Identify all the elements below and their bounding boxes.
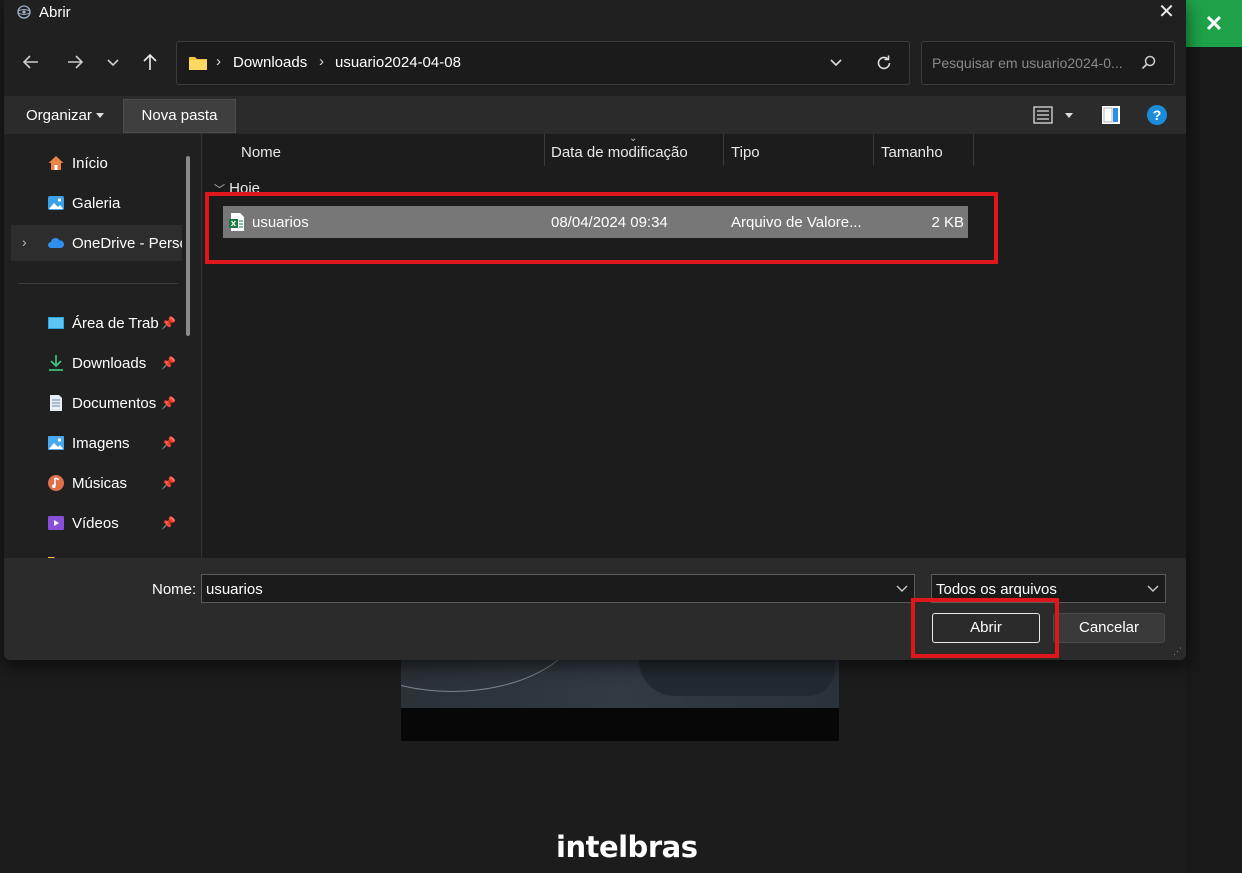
column-divider[interactable] bbox=[544, 134, 545, 166]
recent-locations-button[interactable] bbox=[101, 50, 125, 74]
address-bar[interactable]: › Downloads › usuario2024-04-08 bbox=[176, 41, 910, 85]
sidebar-item-videos[interactable]: Vídeos 📌 bbox=[4, 505, 180, 541]
open-file-dialog: Abrir ✕ › Downloads › usuario2024-04-08 bbox=[4, 0, 1186, 660]
help-icon[interactable]: ? bbox=[1147, 105, 1167, 125]
arrow-left-icon bbox=[22, 55, 38, 69]
search-placeholder: Pesquisar em usuario2024-0... bbox=[932, 55, 1123, 71]
background-panel bbox=[1186, 47, 1242, 873]
column-header-type[interactable]: Tipo bbox=[731, 144, 760, 161]
pin-icon[interactable]: 📌 bbox=[161, 396, 176, 410]
background-banner-image bbox=[401, 660, 839, 708]
column-header-size[interactable]: Tamanho bbox=[881, 144, 943, 161]
breadcrumb-separator: › bbox=[216, 53, 221, 70]
forward-button[interactable] bbox=[63, 50, 87, 74]
sidebar-item-area-de-trabalho[interactable]: Área de Trab 📌 bbox=[4, 305, 180, 341]
search-icon bbox=[1141, 55, 1156, 70]
highlight-file-row bbox=[205, 192, 998, 264]
sidebar-item-galeria[interactable]: Galeria bbox=[4, 185, 180, 221]
gallery-icon bbox=[48, 196, 64, 210]
preview-pane-icon[interactable] bbox=[1101, 105, 1121, 125]
pin-icon[interactable]: 📌 bbox=[161, 436, 176, 450]
highlight-open-button bbox=[911, 598, 1059, 658]
sidebar-item-label: Área de Trab bbox=[72, 315, 159, 332]
pin-icon[interactable]: 📌 bbox=[161, 356, 176, 370]
breadcrumb-downloads[interactable]: Downloads bbox=[233, 54, 307, 71]
column-divider[interactable] bbox=[973, 134, 974, 166]
background-banner-strip bbox=[401, 708, 839, 741]
pin-icon[interactable]: 📌 bbox=[161, 316, 176, 330]
pin-icon[interactable]: 📌 bbox=[161, 516, 176, 530]
sidebar-divider bbox=[18, 283, 178, 284]
new-folder-button[interactable]: Nova pasta bbox=[123, 99, 236, 133]
pin-icon[interactable]: 📌 bbox=[161, 476, 176, 490]
sidebar-item-label: Vídeos bbox=[72, 515, 119, 532]
resize-grip-icon[interactable]: ⋰ bbox=[1173, 646, 1182, 657]
chevron-down-icon bbox=[1147, 585, 1159, 592]
dialog-close-button[interactable]: ✕ bbox=[1147, 0, 1186, 26]
navigation-bar: › Downloads › usuario2024-04-08 Pesquisa… bbox=[4, 34, 1186, 92]
refresh-icon[interactable] bbox=[875, 54, 893, 72]
sort-indicator-icon: ⌄ bbox=[629, 133, 638, 144]
navigation-pane: Início Galeria › OneDrive - Perso Área d… bbox=[4, 134, 194, 558]
sidebar-item-musicas[interactable]: Músicas 📌 bbox=[4, 465, 180, 501]
column-header-name[interactable]: Nome bbox=[241, 144, 281, 161]
desktop-icon bbox=[48, 317, 64, 329]
dialog-titlebar: Abrir ✕ bbox=[4, 0, 1186, 26]
breadcrumb-separator: › bbox=[319, 53, 324, 70]
command-bar: Organizar Nova pasta ? bbox=[4, 96, 1186, 134]
file-name-value: usuarios bbox=[206, 581, 263, 598]
document-icon bbox=[50, 395, 62, 411]
chevron-right-icon[interactable]: › bbox=[22, 234, 27, 250]
app-icon bbox=[17, 5, 31, 19]
intelbras-logo: intelbras bbox=[556, 830, 698, 864]
folder-icon bbox=[189, 57, 207, 70]
background-close-button[interactable]: ✕ bbox=[1186, 0, 1242, 47]
up-button[interactable] bbox=[138, 50, 162, 74]
sidebar-item-partial[interactable] bbox=[4, 545, 180, 558]
details-view-icon[interactable] bbox=[1033, 106, 1053, 124]
sidebar-item-imagens[interactable]: Imagens 📌 bbox=[4, 425, 180, 461]
arrow-up-icon bbox=[143, 53, 157, 70]
image-icon bbox=[48, 436, 64, 450]
chevron-down-icon[interactable] bbox=[829, 55, 843, 69]
sidebar-item-onedrive[interactable]: › OneDrive - Perso bbox=[11, 225, 182, 261]
chevron-down-icon bbox=[107, 59, 119, 67]
music-icon bbox=[48, 475, 64, 491]
dialog-title: Abrir bbox=[39, 4, 71, 21]
home-icon bbox=[48, 156, 64, 170]
video-icon bbox=[48, 516, 64, 530]
breadcrumb-current-folder[interactable]: usuario2024-04-08 bbox=[335, 54, 461, 71]
download-icon bbox=[49, 355, 63, 371]
sidebar-item-label: Início bbox=[72, 155, 108, 172]
caret-down-icon[interactable] bbox=[1065, 113, 1073, 118]
file-type-value: Todos os arquivos bbox=[936, 581, 1057, 598]
sidebar-item-label: Documentos bbox=[72, 395, 157, 412]
sidebar-item-label: Galeria bbox=[72, 195, 121, 212]
chevron-down-icon[interactable] bbox=[896, 584, 908, 594]
sidebar-item-downloads[interactable]: Downloads 📌 bbox=[4, 345, 180, 381]
onedrive-icon bbox=[48, 238, 65, 248]
organize-button[interactable]: Organizar bbox=[26, 107, 92, 124]
sidebar-scrollbar[interactable] bbox=[186, 156, 190, 336]
sidebar-item-documentos[interactable]: Documentos 📌 bbox=[4, 385, 180, 421]
sidebar-item-label: Imagens bbox=[72, 435, 130, 452]
back-button[interactable] bbox=[19, 50, 43, 74]
sidebar-item-label: Downloads bbox=[72, 355, 147, 372]
cancel-button[interactable]: Cancelar bbox=[1053, 613, 1165, 643]
file-name-input[interactable]: usuarios bbox=[201, 574, 915, 603]
close-icon: ✕ bbox=[1204, 10, 1224, 36]
column-header-date[interactable]: Data de modificação bbox=[551, 144, 688, 161]
sidebar-item-inicio[interactable]: Início bbox=[4, 145, 180, 181]
file-name-label: Nome: bbox=[152, 581, 197, 598]
sidebar-item-label: Músicas bbox=[72, 475, 128, 492]
search-box[interactable]: Pesquisar em usuario2024-0... bbox=[921, 41, 1175, 85]
sidebar-item-label: OneDrive - Perso bbox=[72, 235, 182, 252]
column-divider[interactable] bbox=[873, 134, 874, 166]
arrow-right-icon bbox=[68, 55, 84, 69]
pane-divider[interactable] bbox=[201, 134, 202, 558]
column-divider[interactable] bbox=[723, 134, 724, 166]
caret-down-icon bbox=[96, 113, 104, 118]
